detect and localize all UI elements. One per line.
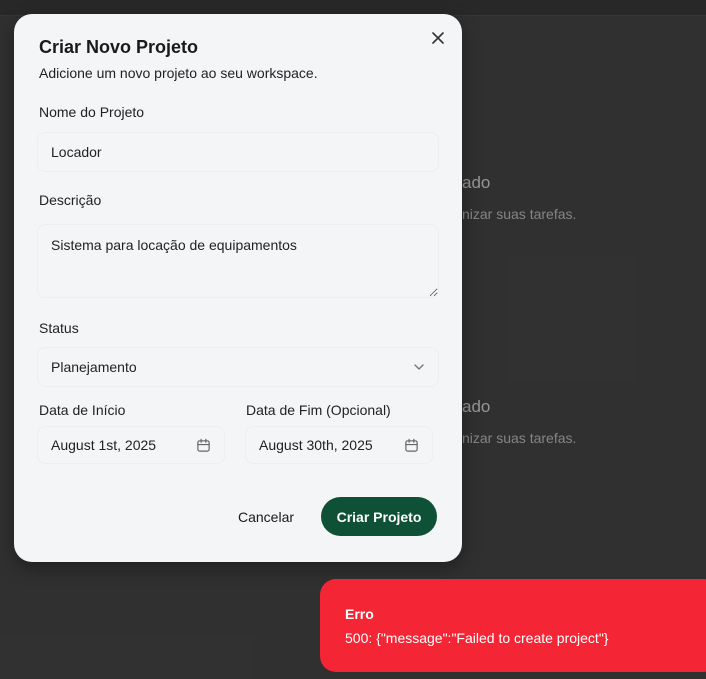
create-project-dialog: Criar Novo Projeto Adicione um novo proj… [14, 14, 462, 562]
end-date-picker[interactable]: August 30th, 2025 [245, 426, 433, 464]
status-select[interactable]: Planejamento [37, 347, 439, 387]
error-toast[interactable]: Erro 500: {"message":"Failed to create p… [320, 579, 706, 672]
project-name-input[interactable] [37, 132, 439, 172]
end-date-value: August 30th, 2025 [259, 437, 373, 453]
dialog-subtitle: Adicione um novo projeto ao seu workspac… [39, 65, 318, 81]
dialog-title: Criar Novo Projeto [39, 37, 199, 57]
start-date-value: August 1st, 2025 [51, 437, 157, 453]
status-label: Status [39, 320, 79, 336]
status-value: Planejamento [51, 359, 137, 375]
calendar-icon [405, 438, 418, 452]
toast-title: Erro [345, 606, 374, 622]
description-textarea[interactable]: Sistema para locação de equipamentos [37, 224, 439, 298]
end-date-label: Data de Fim (Opcional) [246, 402, 391, 418]
chevron-down-icon [414, 364, 424, 370]
close-button[interactable] [428, 28, 448, 48]
description-label: Descrição [39, 192, 102, 208]
calendar-icon [197, 438, 210, 452]
toast-message: 500: {"message":"Failed to create projec… [345, 630, 609, 646]
start-date-picker[interactable]: August 1st, 2025 [37, 426, 225, 464]
start-date-label: Data de Início [39, 402, 126, 418]
project-name-label: Nome do Projeto [39, 104, 145, 120]
cancel-button[interactable]: Cancelar [226, 498, 306, 536]
close-icon [432, 32, 444, 44]
create-project-button[interactable]: Criar Projeto [321, 497, 437, 536]
